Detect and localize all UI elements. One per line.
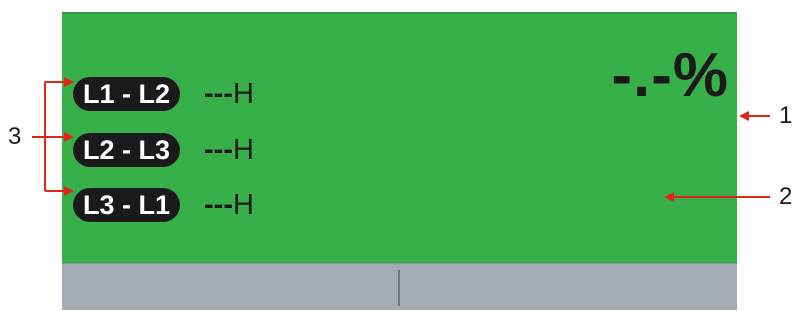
percent-readout: -.-%	[611, 41, 729, 110]
phase-row-l2-l3: L2 - L3 ---H	[73, 132, 254, 168]
phase-value-l2-l3: ---H	[204, 133, 254, 167]
footer-softkey-left[interactable]	[62, 264, 399, 310]
phase-value-l3-l1: ---H	[204, 188, 254, 222]
callout-label-3: 3	[8, 123, 22, 150]
value-unit: H	[233, 189, 254, 221]
phase-row-l1-l2: L1 - L2 ---H	[73, 76, 254, 112]
phase-value-l1-l2: ---H	[204, 77, 254, 111]
callout-label-1: 1	[779, 102, 792, 129]
phase-badge-l1-l2: L1 - L2	[73, 77, 181, 111]
footer-divider	[398, 270, 400, 306]
phase-badge-l3-l1: L3 - L1	[73, 188, 181, 222]
value-dashes: ---	[204, 134, 233, 166]
value-dashes: ---	[204, 78, 233, 110]
phase-badge-l2-l3: L2 - L3	[73, 133, 181, 167]
footer-bar	[62, 263, 737, 310]
footer-softkey-right[interactable]	[400, 264, 737, 310]
value-unit: H	[233, 134, 254, 166]
phase-row-l3-l1: L3 - L1 ---H	[73, 187, 254, 223]
device-screen: L1 - L2 ---H L2 - L3 ---H L3 - L1 ---H -…	[62, 12, 737, 310]
callout-label-2: 2	[779, 183, 792, 210]
value-dashes: ---	[204, 189, 233, 221]
value-unit: H	[233, 78, 254, 110]
